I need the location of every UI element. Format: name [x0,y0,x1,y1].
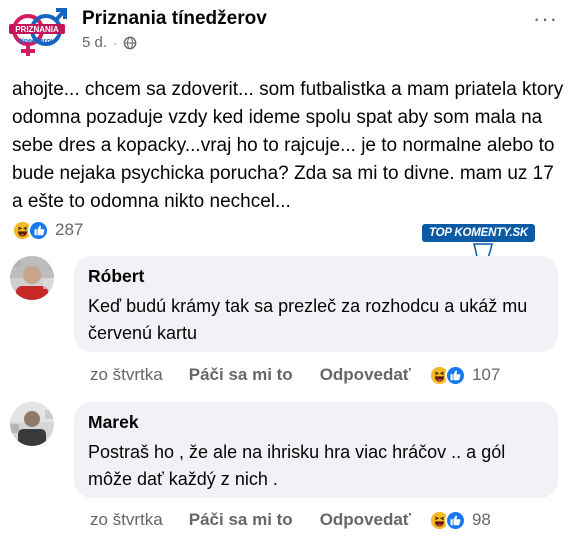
like-reaction-icon [444,364,466,386]
page-name[interactable]: Priznania tínedžerov [82,8,267,30]
comment-text: Keď budú krámy tak sa prezleč za rozhodc… [88,296,528,343]
logo-text-top: PRIZNANIA [15,25,59,34]
meta-separator: · [113,35,118,50]
comment-bubble: Róbert Keď budú krámy tak sa prezleč za … [74,256,558,352]
comment-actions: zo štvrtka Páči sa mi to Odpovedať 107 [90,362,550,388]
like-button[interactable]: Páči sa mi to [189,510,293,530]
comment-bubble: Marek Postraš ho , že ale na ihrisku hra… [74,402,558,498]
page-logo[interactable]: PRIZNANIA tínedžerov [6,6,68,58]
comment-reactions[interactable]: 107 [428,364,501,386]
comment-author[interactable]: Marek [88,412,544,433]
more-options-button[interactable]: ··· [533,8,558,30]
logo-text-bottom: tínedžerov [19,38,54,45]
like-reaction-icon [28,219,49,241]
post-reaction-count: 287 [55,220,84,239]
comment-reaction-count: 107 [471,365,501,384]
reply-button[interactable]: Odpovedať [320,510,411,530]
like-button[interactable]: Páči sa mi to [189,365,293,385]
reply-button[interactable]: Odpovedať [320,365,411,385]
comment-time[interactable]: zo štvrtka [90,365,163,385]
post-reactions[interactable]: 287 [12,218,83,242]
badge-label: TOP KOMENTY.SK [422,224,536,242]
like-reaction-icon [444,509,466,531]
avatar[interactable] [10,256,54,300]
avatar[interactable] [10,402,54,446]
comment-time[interactable]: zo štvrtka [90,510,163,530]
post-header: PRIZNANIA tínedžerov Priznania tínedžero… [0,0,572,64]
comment-reaction-count: 98 [471,510,491,529]
comment-reactions[interactable]: 98 [428,509,491,531]
comment-actions: zo štvrtka Páči sa mi to Odpovedať 98 [90,507,550,533]
comment-text: Postraš ho , že ale na ihrisku hra viac … [88,442,506,489]
post-meta: 5 d. · [82,34,137,51]
globe-icon [123,36,137,49]
post-time[interactable]: 5 d. [82,34,107,51]
post-text: ahojte... chcem sa zdoverit... som futba… [12,79,564,212]
comment-author[interactable]: Róbert [88,266,544,287]
